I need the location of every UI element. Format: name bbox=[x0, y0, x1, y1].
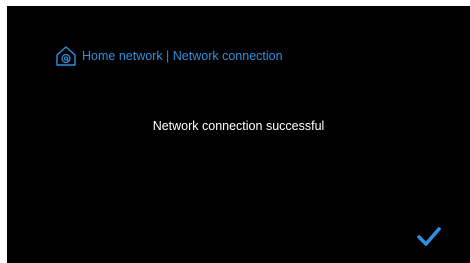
home-network-icon bbox=[55, 44, 77, 68]
breadcrumb: Home network | Network connection bbox=[82, 48, 283, 63]
checkmark-icon bbox=[417, 226, 441, 248]
display-screen: Home network | Network connection Networ… bbox=[7, 6, 470, 263]
device-frame: Home network | Network connection Networ… bbox=[0, 0, 470, 263]
status-message: Network connection successful bbox=[152, 119, 325, 133]
confirm-button[interactable] bbox=[417, 226, 441, 248]
screen-header: Home network | Network connection bbox=[55, 41, 283, 71]
